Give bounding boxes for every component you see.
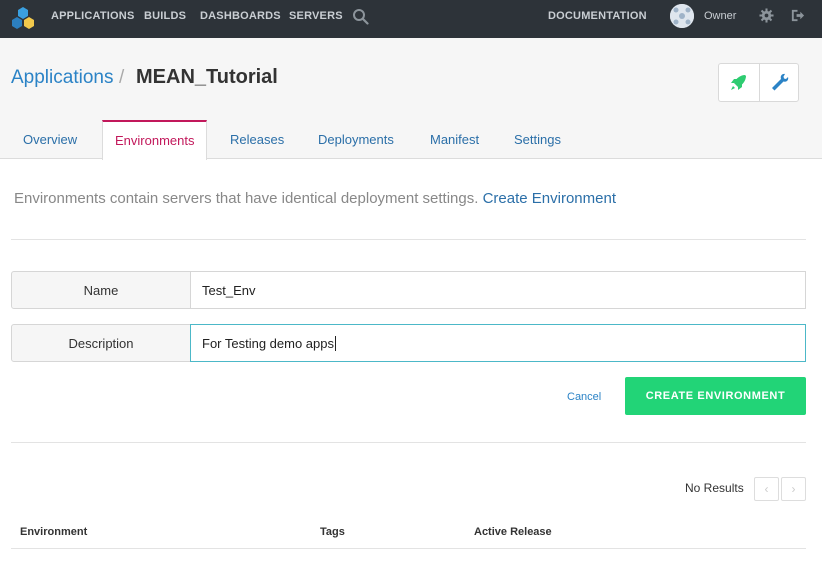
tab-environments[interactable]: Environments bbox=[115, 133, 194, 148]
prev-page-button[interactable]: ‹ bbox=[754, 477, 779, 501]
top-navbar: APPLICATIONS BUILDS DASHBOARDS SERVERS D… bbox=[0, 0, 822, 38]
app-logo-icon[interactable] bbox=[10, 5, 36, 31]
rocket-icon[interactable] bbox=[719, 64, 759, 101]
tab-settings[interactable]: Settings bbox=[514, 132, 561, 147]
wrench-icon[interactable] bbox=[760, 64, 799, 101]
search-icon[interactable] bbox=[352, 8, 369, 25]
breadcrumb-separator: / bbox=[119, 67, 125, 88]
nav-documentation[interactable]: DOCUMENTATION bbox=[548, 10, 647, 22]
name-value: Test_Env bbox=[202, 282, 256, 298]
breadcrumb-applications[interactable]: Applications bbox=[11, 67, 113, 89]
gear-icon[interactable] bbox=[759, 8, 774, 23]
tab-releases[interactable]: Releases bbox=[230, 132, 284, 147]
tab-manifest[interactable]: Manifest bbox=[430, 132, 479, 147]
header-action-group bbox=[718, 63, 799, 102]
nav-dashboards[interactable]: DASHBOARDS bbox=[200, 10, 281, 22]
avatar[interactable] bbox=[670, 4, 694, 28]
cancel-button[interactable]: Cancel bbox=[567, 391, 601, 403]
intro-description: Environments contain servers that have i… bbox=[14, 190, 479, 207]
description-value: For Testing demo apps bbox=[202, 335, 334, 351]
name-field[interactable]: Test_Env bbox=[190, 271, 806, 309]
intro-text: Environments contain servers that have i… bbox=[14, 190, 616, 207]
next-page-button[interactable]: › bbox=[781, 477, 806, 501]
nav-applications[interactable]: APPLICATIONS bbox=[51, 10, 134, 22]
divider bbox=[11, 442, 806, 443]
table-header-divider bbox=[11, 548, 806, 549]
column-header-environment[interactable]: Environment bbox=[20, 526, 87, 538]
description-label: Description bbox=[11, 324, 191, 362]
results-status: No Results bbox=[685, 481, 744, 495]
column-header-tags[interactable]: Tags bbox=[320, 526, 345, 538]
page-title: MEAN_Tutorial bbox=[136, 66, 278, 88]
tab-deployments[interactable]: Deployments bbox=[318, 132, 394, 147]
divider bbox=[11, 239, 806, 240]
description-field[interactable]: For Testing demo apps bbox=[190, 324, 806, 362]
logout-icon[interactable] bbox=[790, 8, 805, 23]
nav-servers[interactable]: SERVERS bbox=[289, 10, 343, 22]
user-name[interactable]: Owner bbox=[704, 10, 736, 22]
create-environment-button[interactable]: CREATE ENVIRONMENT bbox=[625, 377, 806, 415]
tab-overview[interactable]: Overview bbox=[23, 132, 77, 147]
column-header-active-release[interactable]: Active Release bbox=[474, 526, 552, 538]
name-label: Name bbox=[11, 271, 191, 309]
create-environment-link[interactable]: Create Environment bbox=[483, 190, 616, 207]
text-caret bbox=[335, 335, 336, 351]
nav-builds[interactable]: BUILDS bbox=[144, 10, 186, 22]
